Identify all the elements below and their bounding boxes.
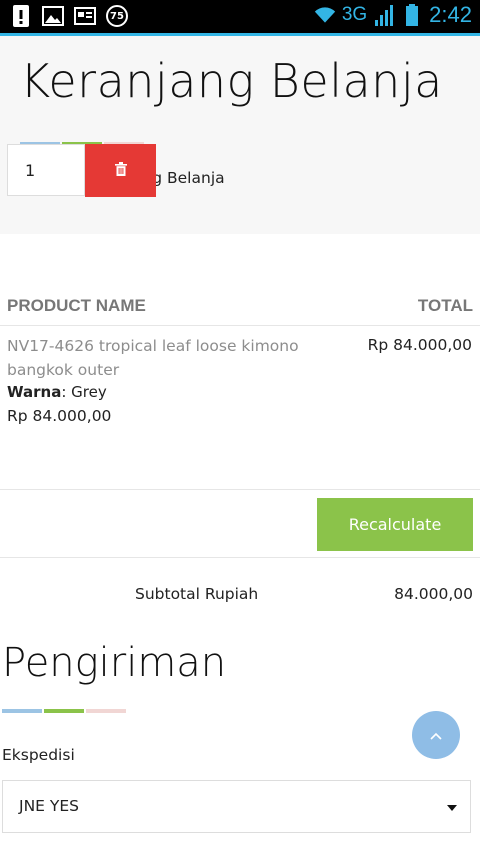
battery-icon	[401, 4, 423, 26]
shipping-underline-bars	[2, 709, 128, 713]
expedition-label: Ekspedisi	[2, 746, 75, 764]
subtotal-value: 84.000,00	[394, 585, 473, 603]
unit-price: Rp 84.000,00	[7, 407, 112, 425]
variant-value: Grey	[71, 383, 107, 401]
chevron-up-icon	[430, 728, 442, 743]
alert-notification-icon	[10, 5, 32, 27]
status-bar: 75 3G 2:42	[0, 0, 480, 33]
cart-table-header: PRODUCT NAME TOTAL	[0, 286, 480, 326]
cart-table: PRODUCT NAME TOTAL NV17-4626 tropical le…	[0, 286, 480, 490]
page-header: Keranjang Belanja Keranjang Belanja	[0, 36, 480, 234]
expedition-selected-value: JNE YES	[19, 797, 79, 815]
notification-count-badge: 75	[106, 5, 128, 27]
recalculate-row: Recalculate	[0, 491, 480, 558]
recalculate-button[interactable]: Recalculate	[317, 498, 473, 551]
expedition-select[interactable]: JNE YES	[2, 780, 471, 833]
signal-icon	[373, 4, 395, 26]
subtotal-label: Subtotal Rupiah	[135, 585, 259, 603]
card-notification-icon	[74, 5, 96, 27]
page-title: Keranjang Belanja	[20, 54, 443, 108]
column-product-name: PRODUCT NAME	[7, 295, 146, 315]
product-variant: Warna: Grey	[7, 383, 107, 401]
clock: 2:42	[429, 2, 472, 27]
shipping-title: Pengiriman	[2, 640, 227, 686]
wifi-icon	[314, 4, 336, 26]
trash-icon	[114, 162, 127, 179]
scroll-to-top-button[interactable]	[412, 711, 460, 759]
variant-label: Warna	[7, 383, 62, 401]
image-notification-icon	[42, 5, 64, 27]
caret-down-icon	[447, 805, 457, 811]
network-type: 3G	[341, 4, 368, 25]
delete-item-button[interactable]	[85, 144, 156, 197]
item-total: Rp 84.000,00	[367, 336, 472, 354]
cart-item-row: NV17-4626 tropical leaf loose kimono ban…	[0, 326, 480, 490]
product-name-link[interactable]: NV17-4626 tropical leaf loose kimono ban…	[7, 334, 347, 382]
column-total: TOTAL	[417, 295, 473, 315]
quantity-input[interactable]	[7, 144, 85, 196]
